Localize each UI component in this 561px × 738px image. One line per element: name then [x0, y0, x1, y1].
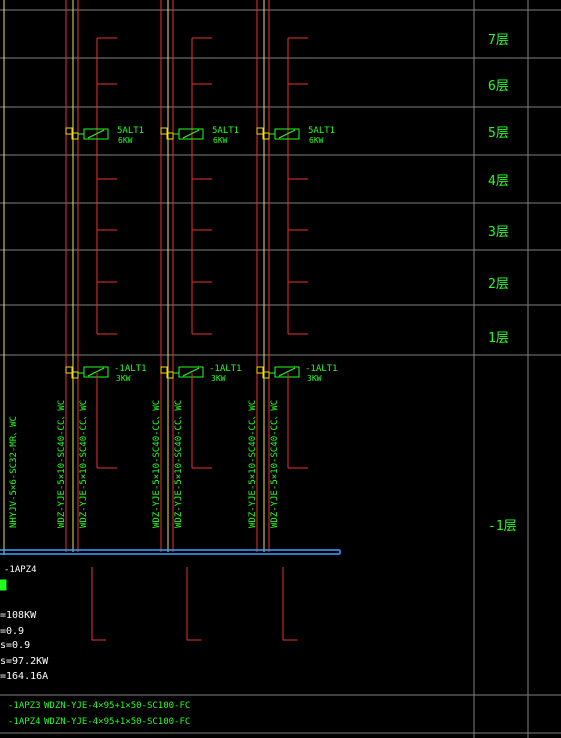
panel-power: 3KW: [211, 374, 226, 383]
panel-power: 6KW: [309, 136, 324, 145]
feeder-cable-label: WDZN-YJE-4×95+1×50-SC100-FC: [44, 717, 190, 727]
floor-label: -1层: [488, 519, 517, 534]
cable-label: WDZ-YJE-5×10-SC40-CC、WC: [174, 400, 184, 528]
load-parameter: =0.9: [0, 626, 24, 637]
load-parameter: =108KW: [0, 610, 37, 621]
junction-box: [65, 127, 73, 135]
floor-label: 5层: [488, 126, 509, 141]
panel-diagonal: [87, 367, 105, 377]
load-parameter: =164.16A: [0, 671, 48, 682]
panel-label: -1ALT1: [305, 364, 338, 374]
panel-label: 5ALT1: [308, 126, 335, 136]
load-parameter: s=97.2KW: [0, 656, 49, 667]
floor-label: 4层: [488, 174, 509, 189]
panel-diagonal: [182, 129, 200, 139]
floor-label: 2层: [488, 277, 509, 292]
junction-box: [256, 366, 264, 374]
panel-diagonal: [182, 367, 200, 377]
feeder-box-label: -1APZ4: [8, 717, 41, 727]
load-parameter: s=0.9: [0, 640, 30, 651]
panel-label: -1ALT1: [209, 364, 242, 374]
panel-label: 5ALT1: [212, 126, 239, 136]
panel-label: 5ALT1: [117, 126, 144, 136]
junction-box: [65, 366, 73, 374]
cable-label: WDZ-YJE-5×10-SC40-CC、WC: [79, 400, 89, 528]
feeder-cable-label: WDZN-YJE-4×95+1×50-SC100-FC: [44, 701, 190, 711]
floor-label: 3层: [488, 225, 509, 240]
cable-label: WDZ-YJE-5×10-SC40-CC、WC: [248, 400, 258, 528]
panel-diagonal: [87, 129, 105, 139]
outgoing-feeder: [186, 567, 201, 641]
panel-diagonal: [278, 367, 296, 377]
cable-label: WDZ-YJE-5×10-SC40-CC、WC: [57, 400, 67, 528]
outgoing-feeder: [91, 567, 106, 641]
distribution-box-symbol: [0, 579, 7, 591]
floor-label: 1层: [488, 331, 509, 346]
panel-power: 6KW: [213, 136, 228, 145]
panel-power: 3KW: [116, 374, 131, 383]
outgoing-feeder: [282, 567, 297, 641]
floor-label: 6层: [488, 79, 509, 94]
distribution-box-label: -1APZ4: [4, 565, 37, 575]
panel-power: 6KW: [118, 136, 133, 145]
panel-diagonal: [278, 129, 296, 139]
cad-drawing: 7层6层5层4层3层2层1层-1层5ALT16KW-1ALT13KWWDZ-YJ…: [0, 0, 561, 738]
cable-label: NHYJV-5×6-SC32-MR、WC: [9, 416, 19, 528]
cable-label: WDZ-YJE-5×10-SC40-CC、WC: [270, 400, 280, 528]
junction-box: [160, 127, 168, 135]
cable-label: WDZ-YJE-5×10-SC40-CC、WC: [152, 400, 162, 528]
riser-diagram: 7层 6层 5层 4层 3层 2层 1层 -1层 5ALT1 6KW -1ALT1 3KW WDZ-YJ…: [0, 0, 561, 738]
floor-label: 7层: [488, 33, 509, 48]
junction-box: [256, 127, 264, 135]
feeder-box-label: -1APZ3: [8, 701, 41, 711]
panel-label: -1ALT1: [114, 364, 147, 374]
panel-power: 3KW: [307, 374, 322, 383]
junction-box: [160, 366, 168, 374]
